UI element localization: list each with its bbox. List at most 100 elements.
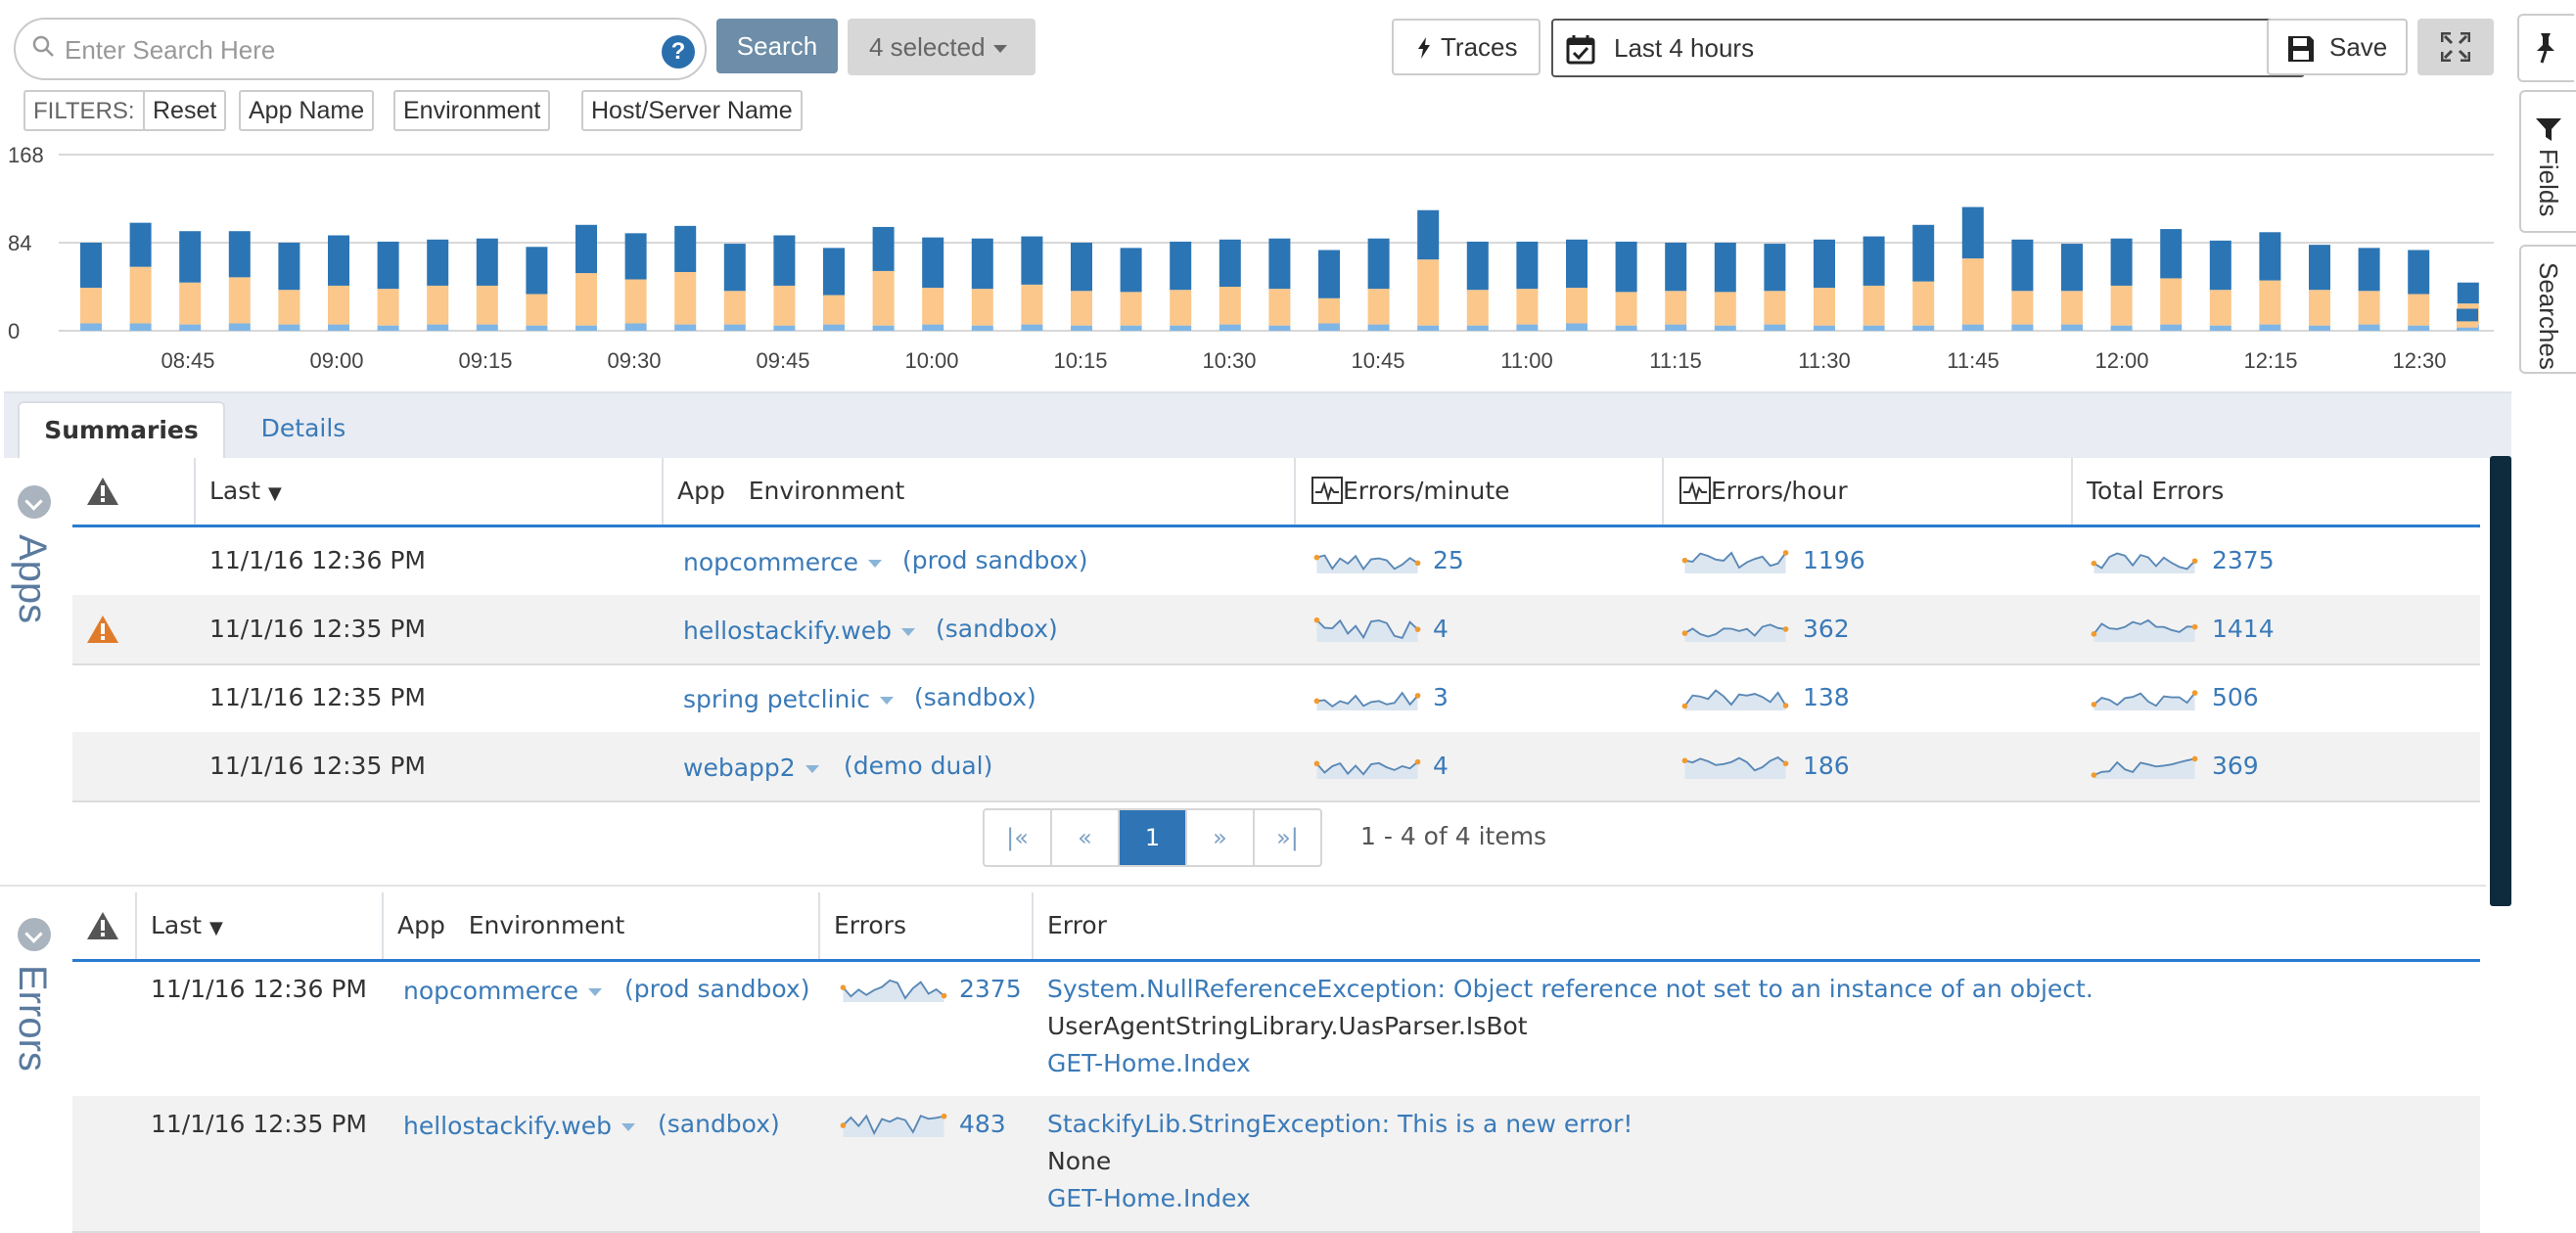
bar-segment-light[interactable] <box>922 324 944 331</box>
bar-segment-light[interactable] <box>2457 327 2478 331</box>
bar-segment-blue[interactable] <box>1566 239 1587 289</box>
bar-segment-blue[interactable] <box>2011 239 2034 292</box>
bar-segment-light[interactable] <box>1318 323 1340 332</box>
bar-segment-light[interactable] <box>1814 325 1835 331</box>
bar-segment-blue[interactable] <box>2061 244 2083 292</box>
bar-segment-blue[interactable] <box>2457 282 2479 304</box>
bar-segment-orange[interactable] <box>2408 294 2430 326</box>
bar-segment-blue[interactable] <box>129 222 152 267</box>
bar-segment-orange[interactable] <box>1665 291 1687 325</box>
bar-segment-light[interactable] <box>1863 325 1885 331</box>
bar-segment-orange[interactable] <box>1268 289 1291 326</box>
total-errors-value[interactable]: 1414 <box>2212 615 2275 643</box>
bar-segment-orange[interactable] <box>2061 291 2083 325</box>
bar-segment-orange[interactable] <box>971 289 993 326</box>
warning-column-header[interactable] <box>72 458 194 525</box>
bar-segment-orange[interactable] <box>823 295 845 325</box>
bar-segment-orange[interactable] <box>1417 259 1440 326</box>
bar-segment-orange[interactable] <box>1863 285 1885 326</box>
bar-segment-light[interactable] <box>2160 324 2183 331</box>
searches-side-tab[interactable]: Searches <box>2519 245 2576 374</box>
bar-segment-light[interactable] <box>526 325 548 331</box>
bar-segment-orange[interactable] <box>624 279 647 324</box>
bar-segment-blue[interactable] <box>1665 243 1687 292</box>
bar-segment-orange[interactable] <box>476 285 498 325</box>
bar-segment-blue[interactable] <box>377 241 399 290</box>
error-row[interactable]: 11/1/16 12:35 PM hellostackify.web (sandbo… <box>72 1096 2480 1233</box>
bar-segment-orange[interactable] <box>2309 290 2330 326</box>
bar-segment-orange[interactable] <box>1219 287 1241 325</box>
bar-segment-blue[interactable] <box>922 237 944 289</box>
app-name-link[interactable]: spring petclinic <box>683 685 895 713</box>
fields-side-tab[interactable]: Fields <box>2519 90 2576 233</box>
app-row[interactable]: 11/1/16 12:35 PM webapp2 (demo dual) 4 186 36… <box>72 732 2480 802</box>
scrollbar-thumb[interactable] <box>2490 456 2511 906</box>
bar-segment-blue[interactable] <box>823 248 845 296</box>
fullscreen-button[interactable] <box>2417 19 2494 75</box>
bar-segment-blue[interactable] <box>278 243 300 291</box>
bar-segment-blue[interactable] <box>476 238 498 286</box>
filter-host-server-name[interactable]: Host/Server Name <box>581 90 803 131</box>
bar-segment-light[interactable] <box>427 324 449 331</box>
pin-button[interactable] <box>2517 14 2574 82</box>
bar-segment-blue[interactable] <box>228 231 251 278</box>
bar-segment-orange[interactable] <box>1466 290 1489 326</box>
errors-per-minute-header[interactable]: Errors/minute <box>1294 458 1662 525</box>
errors-count-header[interactable]: Errors <box>818 892 1032 959</box>
bar-segment-blue[interactable] <box>1170 241 1192 291</box>
bar-segment-light[interactable] <box>1665 324 1687 331</box>
bar-segment-orange[interactable] <box>1912 281 1935 326</box>
bar-segment-light[interactable] <box>2358 324 2380 331</box>
bar-segment-blue[interactable] <box>80 243 102 289</box>
next-page-button[interactable]: » <box>1187 810 1255 865</box>
bar-segment-blue[interactable] <box>1071 243 1092 292</box>
bar-segment-blue[interactable] <box>1268 238 1291 290</box>
errors-per-minute-value[interactable]: 4 <box>1433 752 1449 780</box>
bar-segment-orange[interactable] <box>2259 280 2281 325</box>
bar-segment-blue[interactable] <box>723 244 746 292</box>
bar-segment-blue[interactable] <box>1466 241 1489 291</box>
bar-segment-blue[interactable] <box>2457 308 2478 322</box>
bar-segment-light[interactable] <box>2309 325 2330 331</box>
bar-segment-light[interactable] <box>823 324 845 331</box>
app-name-link[interactable]: nopcommerce <box>403 977 602 1005</box>
app-name-link[interactable]: nopcommerce <box>683 548 882 576</box>
errors-per-minute-value[interactable]: 3 <box>1433 683 1449 711</box>
tab-details[interactable]: Details <box>235 401 372 458</box>
bar-segment-light[interactable] <box>2408 325 2430 331</box>
environment-link[interactable]: (sandbox) <box>914 683 1036 711</box>
bar-segment-blue[interactable] <box>872 226 895 271</box>
bar-segment-orange[interactable] <box>427 285 449 325</box>
bar-segment-blue[interactable] <box>1961 206 1984 259</box>
filter-environment[interactable]: Environment <box>393 90 551 131</box>
errors-per-hour-value[interactable]: 1196 <box>1803 546 1865 574</box>
bar-segment-blue[interactable] <box>1714 243 1736 293</box>
help-icon[interactable]: ? <box>662 35 695 68</box>
bar-segment-blue[interactable] <box>2309 245 2330 291</box>
bar-segment-blue[interactable] <box>1863 236 1885 286</box>
bar-segment-orange[interactable] <box>80 288 102 324</box>
bar-segment-orange[interactable] <box>1367 289 1390 325</box>
apps-collapse-toggle[interactable] <box>18 485 51 519</box>
bar-segment-orange[interactable] <box>575 273 597 326</box>
bar-segment-blue[interactable] <box>427 239 449 286</box>
traces-button[interactable]: Traces <box>1392 19 1541 75</box>
bar-segment-orange[interactable] <box>1120 292 1142 326</box>
bar-segment-orange[interactable] <box>328 285 349 325</box>
errors-per-minute-value[interactable]: 4 <box>1433 615 1449 643</box>
error-route-link[interactable]: GET-Home.Index <box>1047 1184 1251 1212</box>
app-env-column-header[interactable]: App Environment <box>382 892 818 959</box>
bar-segment-blue[interactable] <box>179 231 202 283</box>
app-name-link[interactable]: webapp2 <box>683 754 819 782</box>
bar-segment-light[interactable] <box>1764 324 1786 331</box>
bar-segment-orange[interactable] <box>129 266 152 324</box>
page-1-button[interactable]: 1 <box>1120 810 1187 865</box>
bar-segment-light[interactable] <box>1021 324 1043 331</box>
bar-segment-blue[interactable] <box>526 247 548 295</box>
bar-segment-light[interactable] <box>1268 325 1291 331</box>
bar-segment-orange[interactable] <box>2160 278 2183 325</box>
bar-segment-orange[interactable] <box>2457 321 2478 328</box>
bar-segment-light[interactable] <box>872 325 895 331</box>
bar-segment-orange[interactable] <box>674 272 697 325</box>
bar-segment-orange[interactable] <box>278 290 300 325</box>
